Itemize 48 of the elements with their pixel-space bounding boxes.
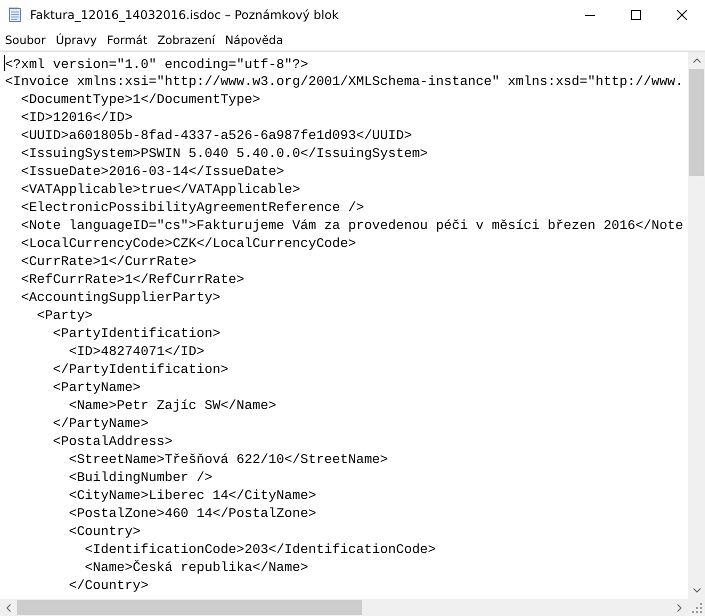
text-line: </Country> xyxy=(68,577,149,595)
text-line: <Note languageID="cs">Fakturujeme Vám za provedenou péči v měsíci březen 2016</Note xyxy=(20,217,684,235)
text-line: <CurrRate>1</CurrRate> xyxy=(20,253,197,271)
window-title: Faktura_12016_14032016.isdoc – Poznámkový blok xyxy=(30,8,339,22)
maximize-icon xyxy=(631,10,641,20)
text-line: <PartyName> xyxy=(52,379,141,397)
text-line: <ElectronicPossibilityAgreementReference /> xyxy=(20,199,364,217)
text-line: <IssueDate>2016-03-14</IssueDate> xyxy=(20,163,284,181)
text-line: <IssuingSystem>PSWIN 5.040 5.40.0.0</IssuingSystem> xyxy=(20,145,428,163)
text-line: <AccountingSupplierParty> xyxy=(20,289,220,307)
text-line: <UUID>a601805b-8fad-4337-a526-6a987fe1d093</UUID> xyxy=(20,127,412,145)
text-line: <BuildingNumber /> xyxy=(68,469,212,487)
scroll-down-icon xyxy=(692,588,700,593)
scroll-up-icon xyxy=(692,58,700,63)
text-line: <IdentificationCode>203</IdentificationCode> xyxy=(84,541,436,559)
scroll-thumb[interactable] xyxy=(17,600,362,615)
text-line: <CityName>Liberec 14</CityName> xyxy=(68,487,316,505)
text-line: <Invoice xmlns:xsi="http://www.w3.org/2001/XMLSchema-instance" xmlns:xsd="http://www. xyxy=(5,73,684,91)
text-line: <Name>Česká republika</Name> xyxy=(84,559,308,577)
text-line: <StreetName>Třešňová 622/10</StreetName> xyxy=(68,451,388,469)
text-line: <VATApplicable>true</VATApplicable> xyxy=(20,181,300,199)
menu-item[interactable]: Soubor xyxy=(1,32,51,48)
menu-item[interactable]: Úpravy xyxy=(50,32,102,48)
text-line: <RefCurrRate>1</RefCurrRate> xyxy=(20,271,244,289)
text-line: <PostalZone>460 14</PostalZone> xyxy=(68,505,316,523)
menu-item[interactable]: Formát xyxy=(102,32,152,48)
text-line: <Country> xyxy=(68,523,141,541)
menu-item[interactable]: Zobrazení xyxy=(152,32,220,48)
text-line: <ID>12016</ID> xyxy=(20,109,133,127)
text-line: <Name>Petr Zajíc SW</Name> xyxy=(68,397,276,415)
vertical-scrollbar[interactable] xyxy=(688,52,705,599)
resize-grip-icon[interactable] xyxy=(692,603,702,613)
text-line: <LocalCurrencyCode>CZK</LocalCurrencyCode> xyxy=(20,235,356,253)
text-line: <?xml version="1.0" encoding="utf-8"?> xyxy=(5,55,308,73)
text-line: </PartyName> xyxy=(52,415,149,433)
scroll-right-icon xyxy=(677,604,682,612)
text-line: <Party> xyxy=(36,307,93,325)
notepad-icon xyxy=(7,7,23,23)
text-line: <DocumentType>1</DocumentType> xyxy=(20,91,260,109)
text-line: <ID>48274071</ID> xyxy=(68,343,204,361)
text-line: <PartyIdentification> xyxy=(52,325,220,343)
text-line: <PostalAddress> xyxy=(52,433,173,451)
scroll-thumb[interactable] xyxy=(689,69,704,176)
close-icon xyxy=(677,10,687,20)
minimize-icon xyxy=(585,14,595,16)
menu-item[interactable]: Nápověda xyxy=(220,32,288,48)
text-line: </PartyIdentification> xyxy=(52,361,228,379)
scroll-left-icon xyxy=(6,604,11,612)
